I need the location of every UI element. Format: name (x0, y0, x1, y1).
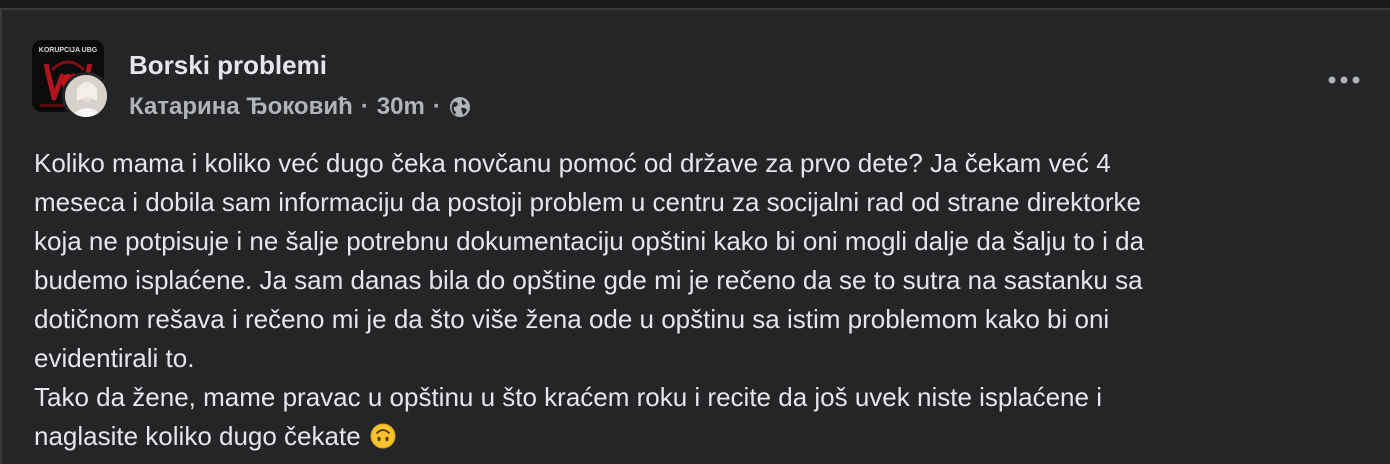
group-name-link[interactable]: Borski problemi (129, 50, 327, 81)
globe-icon (449, 96, 471, 118)
more-options-button[interactable] (1324, 62, 1364, 98)
author-name-link[interactable]: Катарина Ђоковић (129, 93, 353, 121)
user-avatar[interactable] (62, 72, 110, 120)
post-card: KORUPCIJA UBG Borski problemi Катарина Ђ… (0, 8, 1390, 464)
avatar-group[interactable]: KORUPCIJA UBG (32, 40, 112, 120)
post-body-text: Koliko mama i koliko već dugo čeka novča… (34, 148, 1145, 451)
more-options-icon (1328, 76, 1360, 84)
post-meta: Катарина Ђоковић · 30m · (129, 92, 471, 122)
post-time-link[interactable]: 30m (377, 93, 425, 121)
group-avatar-text: KORUPCIJA UBG (39, 47, 98, 54)
post-body: Koliko mama i koliko već dugo čeka novča… (34, 144, 1354, 456)
upside-down-face-emoji (370, 421, 396, 449)
meta-separator: · (432, 93, 441, 120)
meta-separator: · (360, 93, 369, 120)
